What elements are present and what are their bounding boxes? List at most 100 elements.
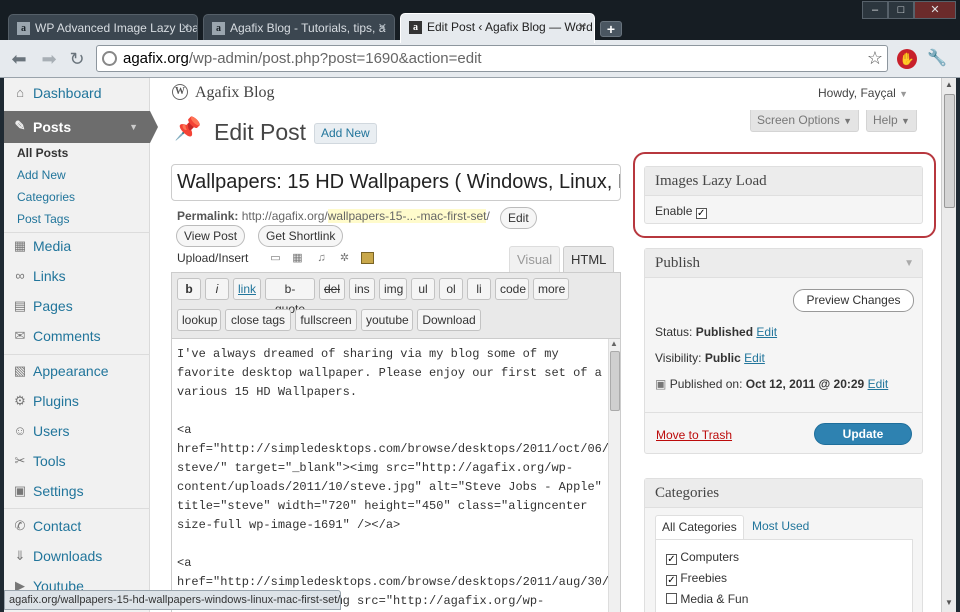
add-video-icon[interactable]: ▦ <box>291 252 304 264</box>
scrollbar-thumb[interactable] <box>610 351 620 411</box>
quicktag-lookup-button[interactable]: lookup <box>177 309 221 331</box>
menu-item-downloads[interactable]: ⇓ Downloads <box>4 541 150 571</box>
quicktag-ul-button[interactable]: ul <box>411 278 435 300</box>
collapse-arrow-icon[interactable]: ▼ <box>129 111 138 143</box>
menu-item-tools[interactable]: ✂ Tools <box>4 446 150 476</box>
new-tab-button[interactable]: + <box>600 21 622 37</box>
menu-item-plugins[interactable]: ⚙ Plugins <box>4 386 150 416</box>
tab-title: Agafix Blog - Tutorials, tips, a <box>230 21 386 35</box>
visibility-edit-link[interactable]: Edit <box>744 351 765 365</box>
menu-item-users[interactable]: ☺ Users <box>4 416 150 446</box>
back-icon[interactable]: ⬅ <box>8 49 30 69</box>
menu-item-links[interactable]: ∞ Links <box>4 261 150 291</box>
tab-visual[interactable]: Visual <box>509 246 561 272</box>
maximize-button[interactable]: □ <box>888 1 914 19</box>
wrench-icon[interactable]: 🔧 <box>926 48 948 70</box>
menu-item-appearance[interactable]: ▧ Appearance <box>4 356 150 386</box>
current-arrow <box>150 111 158 143</box>
browser-tab-1[interactable]: a WP Advanced Image Lazy Loa ✕ <box>8 14 198 42</box>
close-tab-icon[interactable]: ✕ <box>378 15 387 41</box>
textarea-scrollbar[interactable]: ▲ <box>608 339 620 612</box>
page-scrollbar-thumb[interactable] <box>944 94 955 208</box>
site-name[interactable]: Agafix Blog <box>195 84 275 102</box>
permalink-slug[interactable]: wallpapers-15-...-mac-first-set <box>327 209 487 223</box>
add-audio-icon[interactable]: ♫ <box>315 252 328 264</box>
close-window-button[interactable]: ✕ <box>914 1 956 19</box>
get-shortlink-button[interactable]: Get Shortlink <box>258 225 344 247</box>
categories-title[interactable]: Categories <box>645 479 922 508</box>
scroll-up-icon[interactable]: ▲ <box>945 80 953 89</box>
menu-item-comments[interactable]: ✉ Comments <box>4 321 150 351</box>
category-checkbox[interactable] <box>666 593 677 604</box>
quicktag-download-button[interactable]: Download <box>417 309 481 331</box>
quicktag-more-button[interactable]: more <box>533 278 569 300</box>
help-button[interactable]: Help ▼ <box>866 110 917 132</box>
quicktag-code-button[interactable]: code <box>495 278 529 300</box>
update-button[interactable]: Update <box>814 423 912 445</box>
minimize-button[interactable]: – <box>862 1 888 19</box>
post-content-textarea[interactable]: I've always dreamed of sharing via my bl… <box>171 338 621 612</box>
published-on-row: ▣ Published on: Oct 12, 2011 @ 20:29 Edi… <box>655 377 888 391</box>
screen-options-button[interactable]: Screen Options ▼ <box>750 110 859 132</box>
menu-item-settings[interactable]: ▣ Settings <box>4 476 150 506</box>
quicktag-ins-button[interactable]: ins <box>349 278 375 300</box>
chevron-down-icon[interactable]: ▼ <box>904 249 914 278</box>
permalink-base: http://agafix.org/ <box>241 209 328 223</box>
tab-most-used[interactable]: Most Used <box>746 515 815 539</box>
quicktag-del-button[interactable]: del <box>319 278 345 300</box>
category-checkbox[interactable]: ✓ <box>666 575 677 586</box>
close-tab-icon[interactable]: ✕ <box>578 14 587 40</box>
menu-item-posts[interactable]: ✎ Posts ▼ <box>4 111 158 143</box>
quicktag-fullscreen-button[interactable]: fullscreen <box>295 309 357 331</box>
page-scrollbar[interactable]: ▲ ▼ <box>941 78 956 612</box>
status-edit-link[interactable]: Edit <box>756 325 777 339</box>
quicktag-italic-button[interactable]: i <box>205 278 229 300</box>
scroll-up-icon[interactable]: ▲ <box>610 339 618 348</box>
publish-header[interactable]: Publish ▼ <box>645 249 922 278</box>
tab-html[interactable]: HTML <box>563 246 615 272</box>
browser-tab-3[interactable]: a Edit Post ‹ Agafix Blog — Word ✕ <box>400 13 595 43</box>
submenu-categories[interactable]: Categories <box>4 186 150 208</box>
quicktag-li-button[interactable]: li <box>467 278 491 300</box>
menu-item-pages[interactable]: ▤ Pages <box>4 291 150 321</box>
quicktag-link-button[interactable]: link <box>233 278 261 300</box>
menu-item-media[interactable]: ▦ Media <box>4 231 150 261</box>
address-bar[interactable]: agafix.org/wp-admin/post.php?post=1690&a… <box>96 45 888 72</box>
category-item[interactable]: ✓ Freebies <box>666 571 727 586</box>
menu-item-contact[interactable]: ✆ Contact <box>4 511 150 541</box>
view-post-button[interactable]: View Post <box>176 225 246 247</box>
browser-tab-2[interactable]: a Agafix Blog - Tutorials, tips, a ✕ <box>203 14 395 42</box>
category-checkbox[interactable]: ✓ <box>666 554 677 565</box>
submenu-post-tags[interactable]: Post Tags <box>4 208 150 230</box>
scroll-down-icon[interactable]: ▼ <box>945 598 953 607</box>
media-icon: ▦ <box>13 238 27 253</box>
close-tab-icon[interactable]: ✕ <box>181 15 190 41</box>
quicktag-ol-button[interactable]: ol <box>439 278 463 300</box>
quicktag-youtube-button[interactable]: youtube <box>361 309 413 331</box>
add-download-icon[interactable] <box>361 252 374 264</box>
submenu-all-posts[interactable]: All Posts <box>4 142 150 164</box>
category-item[interactable]: ✓ Computers <box>666 550 739 565</box>
published-edit-link[interactable]: Edit <box>868 377 889 391</box>
tab-all-categories[interactable]: All Categories <box>655 515 744 539</box>
submenu-add-new[interactable]: Add New <box>4 164 150 186</box>
post-title-input[interactable]: Wallpapers: 15 HD Wallpapers ( Windows, … <box>171 164 621 201</box>
add-new-button[interactable]: Add New <box>314 123 377 144</box>
menu-item-dashboard[interactable]: ⌂ Dashboard <box>4 78 150 108</box>
quicktag-close-tags-button[interactable]: close tags <box>225 309 291 331</box>
quicktag-bquote-button[interactable]: b-quote <box>265 278 315 316</box>
move-to-trash-link[interactable]: Move to Trash <box>656 428 732 442</box>
add-media-icon[interactable]: ✲ <box>338 252 351 264</box>
adblock-icon[interactable]: ✋ <box>897 49 917 69</box>
preview-changes-button[interactable]: Preview Changes <box>793 289 914 312</box>
category-item[interactable]: Media & Fun <box>666 592 748 606</box>
bookmark-star-icon[interactable]: ☆ <box>867 46 883 71</box>
quicktag-img-button[interactable]: img <box>379 278 407 300</box>
quicktag-bold-button[interactable]: b <box>177 278 201 300</box>
menu-label: Posts <box>33 119 72 135</box>
howdy-user[interactable]: Howdy, Fayçal ▼ <box>818 86 908 100</box>
edit-permalink-button[interactable]: Edit <box>500 207 537 229</box>
reload-icon[interactable]: ↻ <box>66 49 88 69</box>
forward-icon[interactable]: ➡ <box>38 49 60 69</box>
add-image-icon[interactable]: ▭ <box>269 252 282 264</box>
